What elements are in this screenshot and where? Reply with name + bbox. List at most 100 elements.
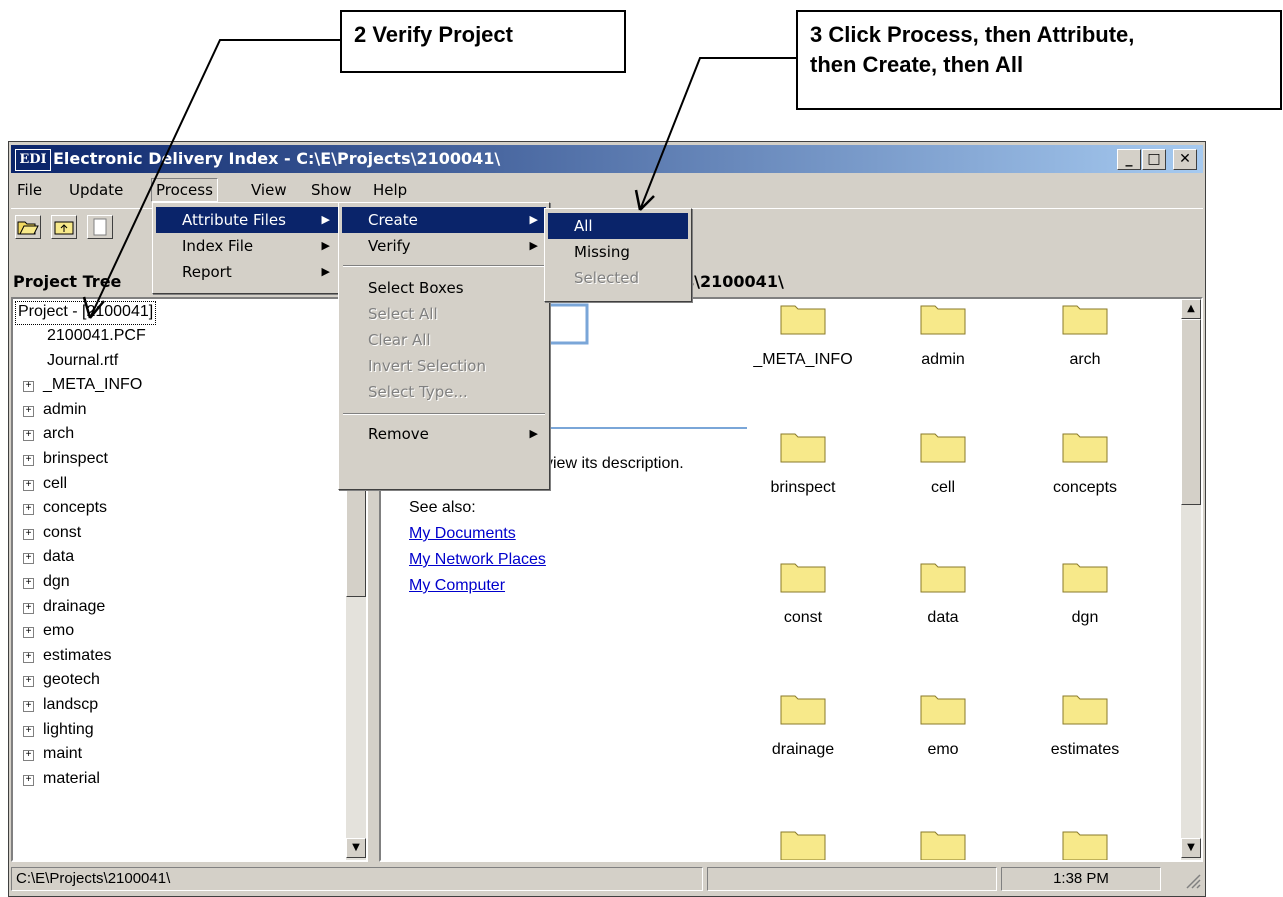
- menu-item-missing[interactable]: Missing: [548, 239, 688, 265]
- plus-expand-icon[interactable]: +: [23, 725, 34, 737]
- menu-help[interactable]: Help: [369, 179, 411, 201]
- folder-icon: [1062, 695, 1108, 725]
- close-button[interactable]: ✕: [1173, 149, 1197, 170]
- properties-button[interactable]: [87, 215, 113, 239]
- arrow-down-icon: ▼: [352, 842, 360, 853]
- folder-icon: [1062, 563, 1108, 593]
- submenu-arrow-icon: ▶: [321, 239, 330, 252]
- plus-expand-icon[interactable]: +: [23, 553, 34, 565]
- plus-expand-icon[interactable]: +: [23, 627, 34, 639]
- folder-name: const: [783, 609, 823, 626]
- project-tree-label: Project Tree: [13, 272, 122, 291]
- folder-item[interactable]: drainage: [743, 691, 863, 791]
- folder-name: cell: [930, 479, 955, 496]
- app-window: EDI Electronic Delivery Index - C:\E\Pro…: [8, 141, 1206, 897]
- link-my-network-places[interactable]: My Network Places: [409, 551, 546, 568]
- folder-icon: [920, 831, 966, 860]
- folder-name: arch: [1069, 351, 1101, 368]
- plus-expand-icon[interactable]: +: [23, 750, 34, 762]
- folder-name: drainage: [771, 741, 835, 758]
- folder-scrollbar[interactable]: ▲ ▼: [1181, 299, 1201, 860]
- menu-item-attribute-files[interactable]: Attribute Files ▶: [156, 207, 338, 233]
- folder-item[interactable]: estimates: [1025, 691, 1145, 791]
- plus-expand-icon[interactable]: +: [23, 701, 34, 712]
- tree-root-project[interactable]: Project - [2100041]: [15, 301, 157, 325]
- plus-expand-icon[interactable]: +: [23, 430, 34, 442]
- folder-scroll-up[interactable]: ▲: [1181, 299, 1201, 319]
- tree-item-label: arch: [43, 425, 75, 443]
- folder-item[interactable]: data: [883, 559, 1003, 659]
- plus-expand-icon[interactable]: +: [23, 528, 34, 540]
- plus-expand-icon[interactable]: +: [23, 479, 34, 491]
- plus-expand-icon[interactable]: +: [23, 676, 34, 688]
- menu-item-invert-selection: Invert Selection: [368, 357, 486, 375]
- folder-item[interactable]: concepts: [1025, 429, 1145, 529]
- folder-item[interactable]: brinspect: [743, 429, 863, 529]
- folder-item[interactable]: arch: [1025, 301, 1145, 401]
- callout-create-all: 3 Click Process, then Attribute, then Cr…: [796, 10, 1282, 110]
- plus-expand-icon[interactable]: +: [23, 578, 34, 589]
- menu-view[interactable]: View: [247, 179, 291, 201]
- tree-item-label: emo: [43, 622, 75, 640]
- maximize-button[interactable]: □: [1142, 149, 1166, 170]
- folder-item[interactable]: const: [743, 559, 863, 659]
- status-middle: [707, 867, 997, 891]
- menu-update[interactable]: Update: [65, 179, 127, 201]
- status-time: 1:38 PM: [1001, 867, 1161, 891]
- tree-item-label: estimates: [43, 646, 112, 664]
- tree-item-label: lighting: [43, 720, 94, 738]
- folder-icon: [1062, 433, 1108, 463]
- plus-expand-icon[interactable]: +: [23, 602, 34, 614]
- submenu-arrow-icon: ▶: [321, 265, 330, 278]
- maximize-icon: □: [1147, 151, 1161, 167]
- folder-icon: [780, 305, 826, 335]
- folder-item-partial[interactable]: [883, 827, 1003, 860]
- menu-file[interactable]: File: [13, 179, 46, 201]
- menu-item-verify[interactable]: Verify ▶: [342, 233, 546, 259]
- title-bar[interactable]: EDI Electronic Delivery Index - C:\E\Pro…: [11, 145, 1203, 173]
- folder-scroll-thumb[interactable]: [1181, 319, 1201, 505]
- size-grip-icon[interactable]: [1183, 871, 1201, 889]
- callout-create-all-line2: then Create, then All: [810, 51, 1024, 77]
- plus-expand-icon[interactable]: +: [23, 455, 34, 466]
- folder-item-partial[interactable]: [1025, 827, 1145, 860]
- menu-item-remove[interactable]: Remove ▶: [342, 421, 546, 447]
- plus-expand-icon[interactable]: +: [23, 381, 34, 393]
- menu-item-index-file[interactable]: Index File ▶: [156, 233, 338, 259]
- menu-item-select-type: Select Type...: [368, 383, 468, 401]
- plus-expand-icon[interactable]: +: [23, 504, 34, 516]
- folder-icon: [780, 695, 826, 725]
- folder-item[interactable]: cell: [883, 429, 1003, 529]
- menu-process[interactable]: Process: [151, 178, 218, 202]
- folder-item[interactable]: emo: [883, 691, 1003, 791]
- folder-item[interactable]: admin: [883, 301, 1003, 401]
- plus-expand-icon[interactable]: +: [23, 651, 34, 663]
- up-folder-button[interactable]: [51, 215, 77, 239]
- menu-item-report[interactable]: Report ▶: [156, 259, 338, 285]
- folder-item-partial[interactable]: [743, 827, 863, 860]
- menu-item-all[interactable]: All: [548, 213, 688, 239]
- folder-item[interactable]: _META_INFO: [743, 301, 863, 401]
- link-my-computer[interactable]: My Computer: [409, 577, 505, 594]
- folder-icon: [920, 563, 966, 593]
- plus-expand-icon[interactable]: +: [23, 405, 34, 417]
- plus-expand-icon[interactable]: +: [23, 774, 34, 786]
- folder-item[interactable]: dgn: [1025, 559, 1145, 659]
- arrow-up-icon: ▲: [1187, 303, 1195, 314]
- menu-show[interactable]: Show: [307, 179, 355, 201]
- minimize-button[interactable]: _: [1117, 149, 1141, 170]
- tree-item-label: 2100041.PCF: [47, 327, 146, 344]
- tree-item-label: maint: [43, 745, 83, 763]
- folder-name: concepts: [1052, 479, 1118, 496]
- folder-scroll-down[interactable]: ▼: [1181, 838, 1201, 858]
- tree-item-label: data: [43, 548, 75, 566]
- link-my-documents[interactable]: My Documents: [409, 525, 516, 542]
- callout-create-all-line1: 3 Click Process, then Attribute,: [810, 22, 1135, 47]
- open-folder-button[interactable]: [15, 215, 41, 239]
- callout-verify-project-text: 2 Verify Project: [354, 22, 513, 47]
- right-pane-path-label: ts\2100041\: [677, 272, 784, 291]
- tree-scroll-down[interactable]: ▼: [346, 838, 366, 858]
- menu-item-create[interactable]: Create ▶: [342, 207, 546, 233]
- menu-item-select-boxes[interactable]: Select Boxes: [342, 275, 546, 301]
- project-tree[interactable]: Project - [2100041] 2100041.PCF Journal.rt…: [11, 297, 368, 862]
